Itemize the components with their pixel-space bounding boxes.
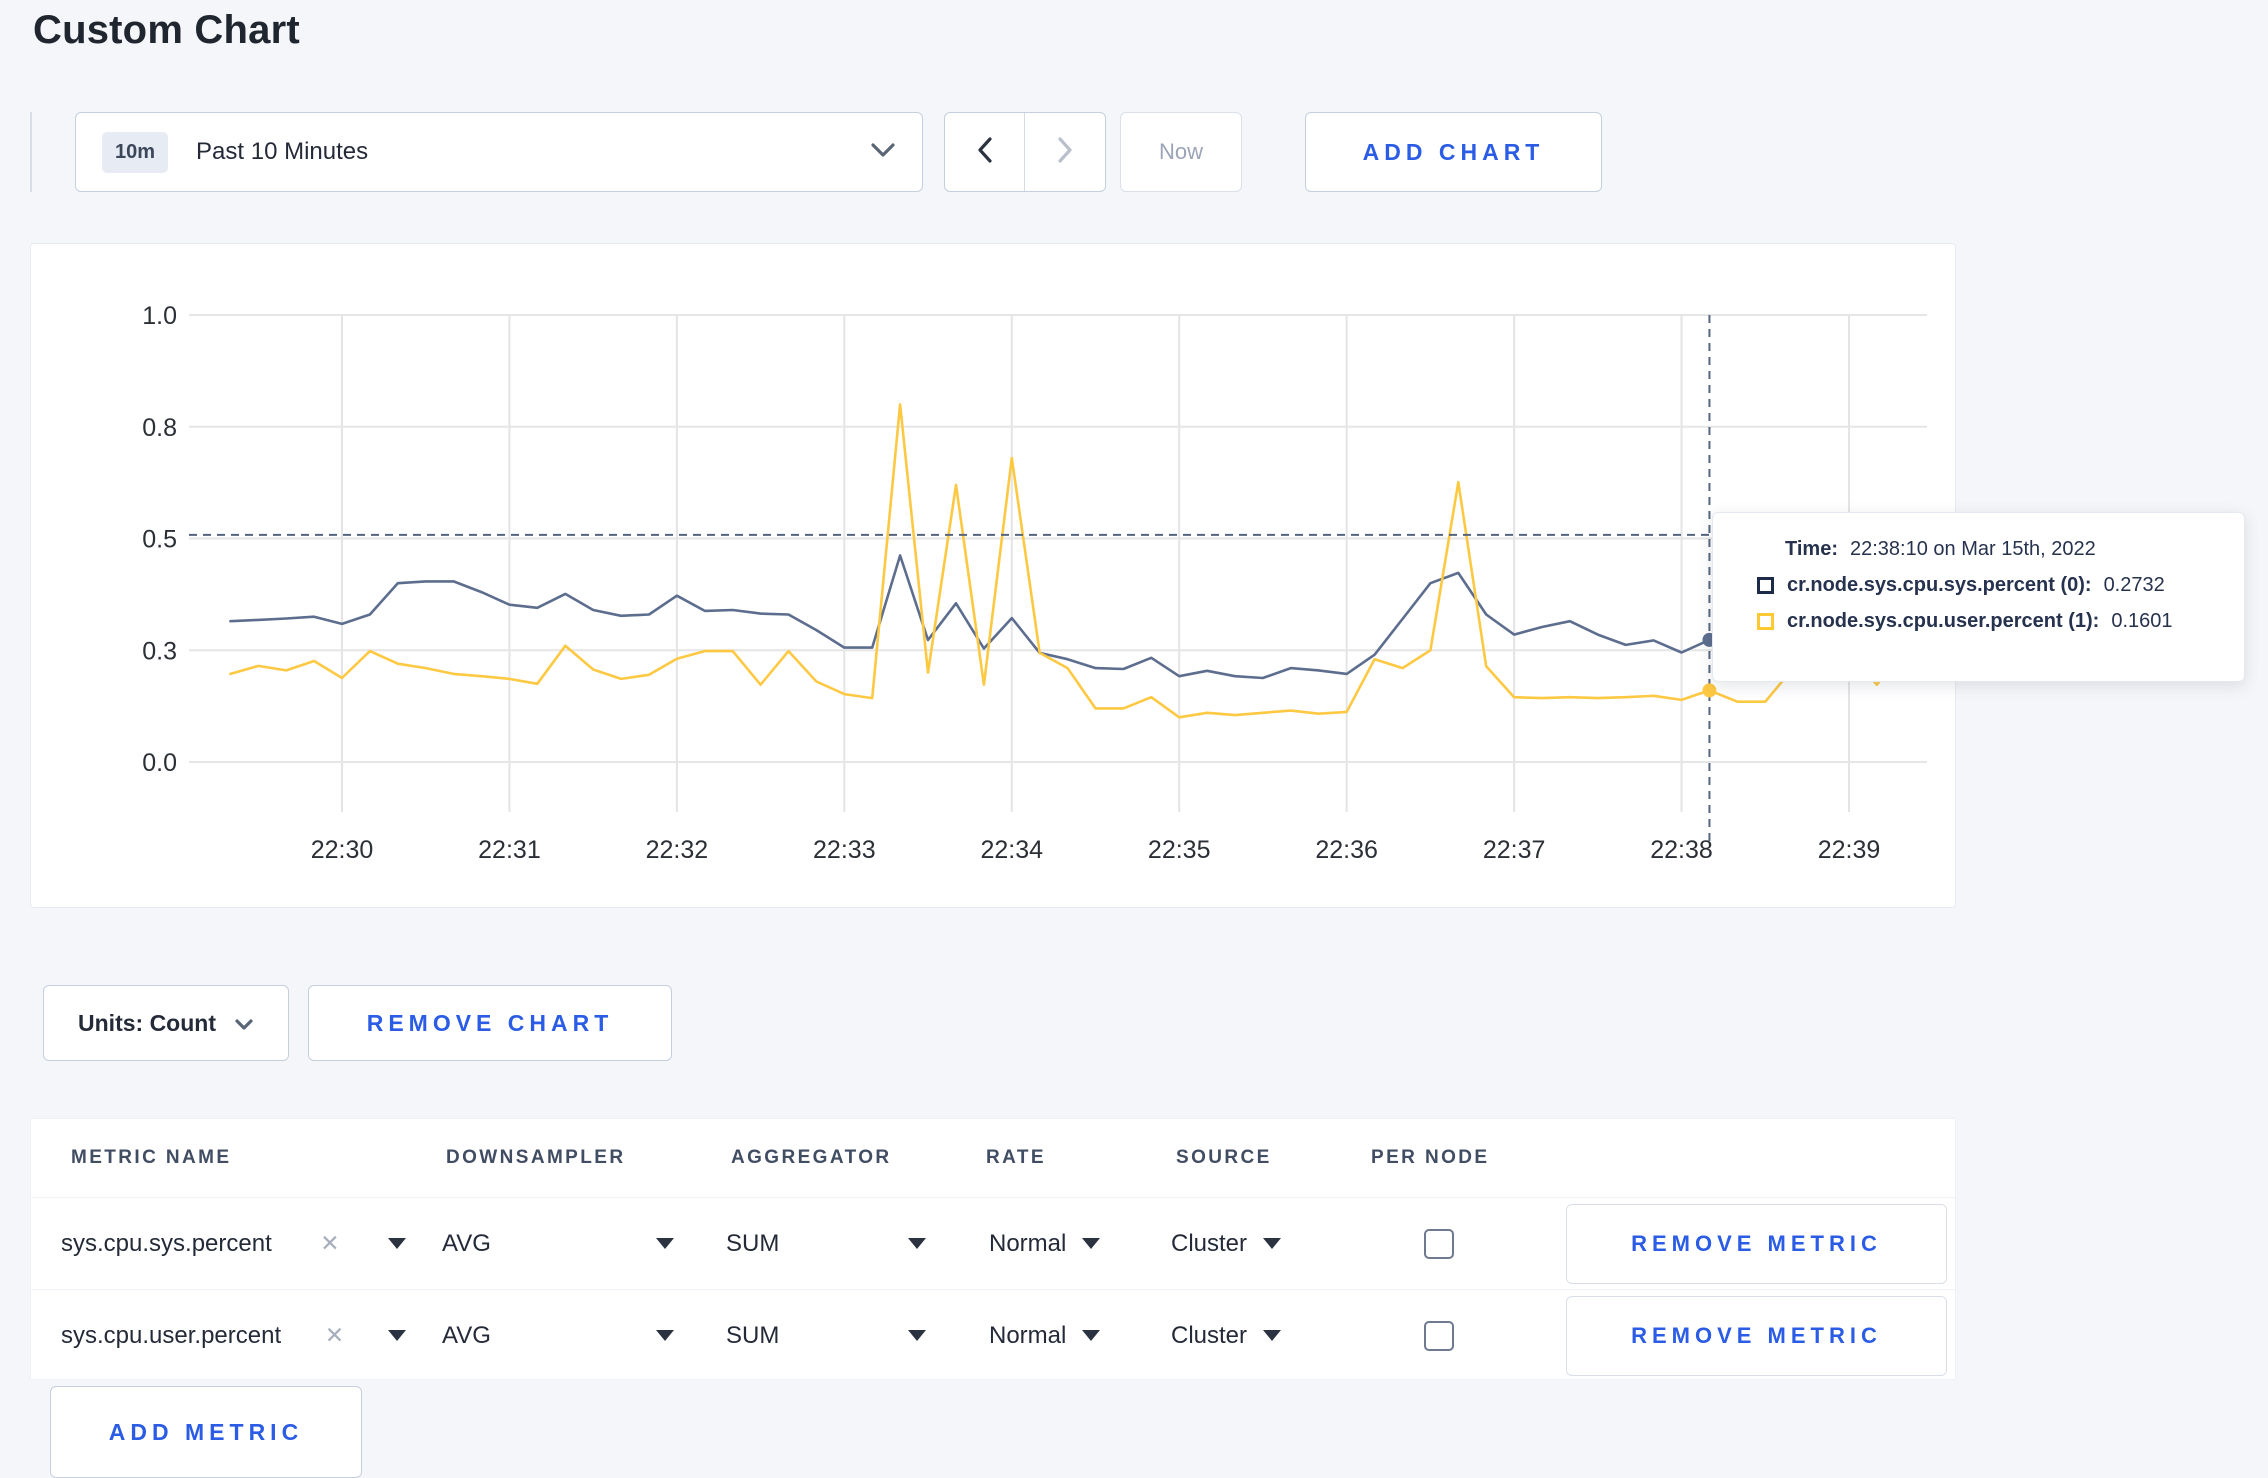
next-interval-button[interactable] <box>1025 113 1105 191</box>
toolbar-divider <box>30 112 32 192</box>
metric-name-dropdown[interactable]: sys.cpu.user.percent ✕ <box>61 1290 406 1381</box>
remove-metric-button[interactable]: REMOVE METRIC <box>1566 1204 1947 1284</box>
time-window-badge: 10m <box>102 131 169 173</box>
rate-dropdown[interactable]: Normal <box>989 1198 1101 1289</box>
metric-name-dropdown[interactable]: sys.cpu.sys.percent ✕ <box>61 1198 406 1289</box>
col-header-source: SOURCE <box>1176 1147 1272 1168</box>
metrics-table-header: METRIC NAME DOWNSAMPLER AGGREGATOR RATE … <box>31 1119 1955 1197</box>
per-node-checkbox[interactable] <box>1424 1321 1454 1351</box>
metric-row: sys.cpu.sys.percent ✕ AVG SUM Normal Clu… <box>31 1197 1955 1289</box>
svg-text:1.0: 1.0 <box>142 302 177 330</box>
time-window-label: Past 10 Minutes <box>196 138 369 165</box>
aggregator-dropdown[interactable]: SUM <box>726 1290 926 1381</box>
time-range-dropdown[interactable]: 10m Past 10 Minutes <box>75 112 923 192</box>
col-header-metric-name: METRIC NAME <box>71 1147 232 1168</box>
downsampler-value: AVG <box>442 1229 491 1257</box>
tooltip-time-value: 22:38:10 on Mar 15th, 2022 <box>1849 538 2096 560</box>
col-header-rate: RATE <box>986 1147 1046 1168</box>
dropdown-arrow-icon <box>908 1238 926 1249</box>
dropdown-arrow-icon <box>1263 1330 1282 1341</box>
chart-tooltip: Time: 22:38:10 on Mar 15th, 2022 cr.node… <box>1712 512 2245 682</box>
svg-text:22:36: 22:36 <box>1315 836 1378 864</box>
tooltip-series-name: cr.node.sys.cpu.sys.percent (0): <box>1787 574 2092 596</box>
col-header-aggregator: AGGREGATOR <box>731 1147 892 1168</box>
source-dropdown[interactable]: Cluster <box>1171 1290 1282 1381</box>
dropdown-arrow-icon <box>908 1330 926 1341</box>
dropdown-arrow-icon <box>1082 1330 1101 1341</box>
per-node-checkbox[interactable] <box>1424 1229 1454 1259</box>
tooltip-series-value: 0.1601 <box>2111 610 2173 632</box>
downsampler-dropdown[interactable]: AVG <box>442 1198 674 1289</box>
dropdown-arrow-icon <box>1082 1238 1101 1249</box>
remove-metric-button[interactable]: REMOVE METRIC <box>1566 1296 1947 1376</box>
svg-text:22:33: 22:33 <box>813 836 876 864</box>
chart-card: 22:30 22:31 22:32 22:33 22:34 22:35 22:36 22:37… <box>30 243 1956 908</box>
chart-svg[interactable]: 22:30 22:31 22:32 22:33 22:34 22:35 22:36 22:37… <box>31 244 1957 909</box>
clear-metric-icon[interactable]: ✕ <box>325 1322 344 1349</box>
source-dropdown[interactable]: Cluster <box>1171 1198 1282 1289</box>
downsampler-value: AVG <box>442 1321 491 1349</box>
chevron-down-icon <box>234 1010 254 1037</box>
aggregator-value: SUM <box>726 1321 780 1349</box>
series-swatch-user <box>1757 613 1774 630</box>
svg-text:0.5: 0.5 <box>142 526 177 554</box>
clear-metric-icon[interactable]: ✕ <box>320 1230 339 1257</box>
svg-text:22:37: 22:37 <box>1483 836 1546 864</box>
dropdown-arrow-icon <box>656 1330 674 1341</box>
add-chart-button[interactable]: ADD CHART <box>1305 112 1602 192</box>
add-metric-button[interactable]: ADD METRIC <box>50 1386 362 1478</box>
remove-chart-button[interactable]: REMOVE CHART <box>308 985 672 1061</box>
aggregator-value: SUM <box>726 1229 780 1257</box>
metrics-table: METRIC NAME DOWNSAMPLER AGGREGATOR RATE … <box>30 1118 1956 1380</box>
dropdown-arrow-icon <box>1263 1238 1282 1249</box>
svg-text:0.8: 0.8 <box>142 414 177 442</box>
tooltip-series-value: 0.2732 <box>2103 574 2165 596</box>
prev-interval-button[interactable] <box>945 113 1025 191</box>
svg-text:22:32: 22:32 <box>646 836 709 864</box>
svg-text:22:39: 22:39 <box>1818 836 1881 864</box>
svg-text:0.0: 0.0 <box>142 749 177 777</box>
now-button[interactable]: Now <box>1120 112 1242 192</box>
col-header-per-node: PER NODE <box>1371 1147 1490 1168</box>
svg-text:22:30: 22:30 <box>311 836 374 864</box>
source-value: Cluster <box>1171 1229 1248 1257</box>
tooltip-series-name: cr.node.sys.cpu.user.percent (1): <box>1787 610 2100 632</box>
rate-value: Normal <box>989 1229 1067 1257</box>
rate-value: Normal <box>989 1321 1067 1349</box>
chevron-right-icon <box>1055 135 1075 170</box>
svg-text:0.3: 0.3 <box>142 637 177 665</box>
downsampler-dropdown[interactable]: AVG <box>442 1290 674 1381</box>
dropdown-arrow-icon <box>656 1238 674 1249</box>
aggregator-dropdown[interactable]: SUM <box>726 1198 926 1289</box>
rate-dropdown[interactable]: Normal <box>989 1290 1101 1381</box>
metric-name-value: sys.cpu.sys.percent <box>61 1229 272 1257</box>
svg-text:22:35: 22:35 <box>1148 836 1211 864</box>
col-header-downsampler: DOWNSAMPLER <box>446 1147 626 1168</box>
metric-row: sys.cpu.user.percent ✕ AVG SUM Normal Cl… <box>31 1289 1955 1381</box>
svg-text:22:38: 22:38 <box>1650 836 1713 864</box>
page-title: Custom Chart <box>33 8 300 52</box>
units-label: Units: Count <box>78 1009 216 1036</box>
units-dropdown[interactable]: Units: Count <box>43 985 289 1061</box>
chevron-down-icon <box>870 142 896 163</box>
dropdown-arrow-icon <box>388 1330 406 1341</box>
time-pager <box>944 112 1106 192</box>
series-swatch-sys <box>1757 577 1774 594</box>
tooltip-time-label: Time: <box>1785 538 1838 560</box>
source-value: Cluster <box>1171 1321 1248 1349</box>
svg-text:22:34: 22:34 <box>980 836 1043 864</box>
svg-text:22:31: 22:31 <box>478 836 541 864</box>
metric-name-value: sys.cpu.user.percent <box>61 1321 282 1349</box>
dropdown-arrow-icon <box>388 1238 406 1249</box>
chevron-left-icon <box>975 135 995 170</box>
